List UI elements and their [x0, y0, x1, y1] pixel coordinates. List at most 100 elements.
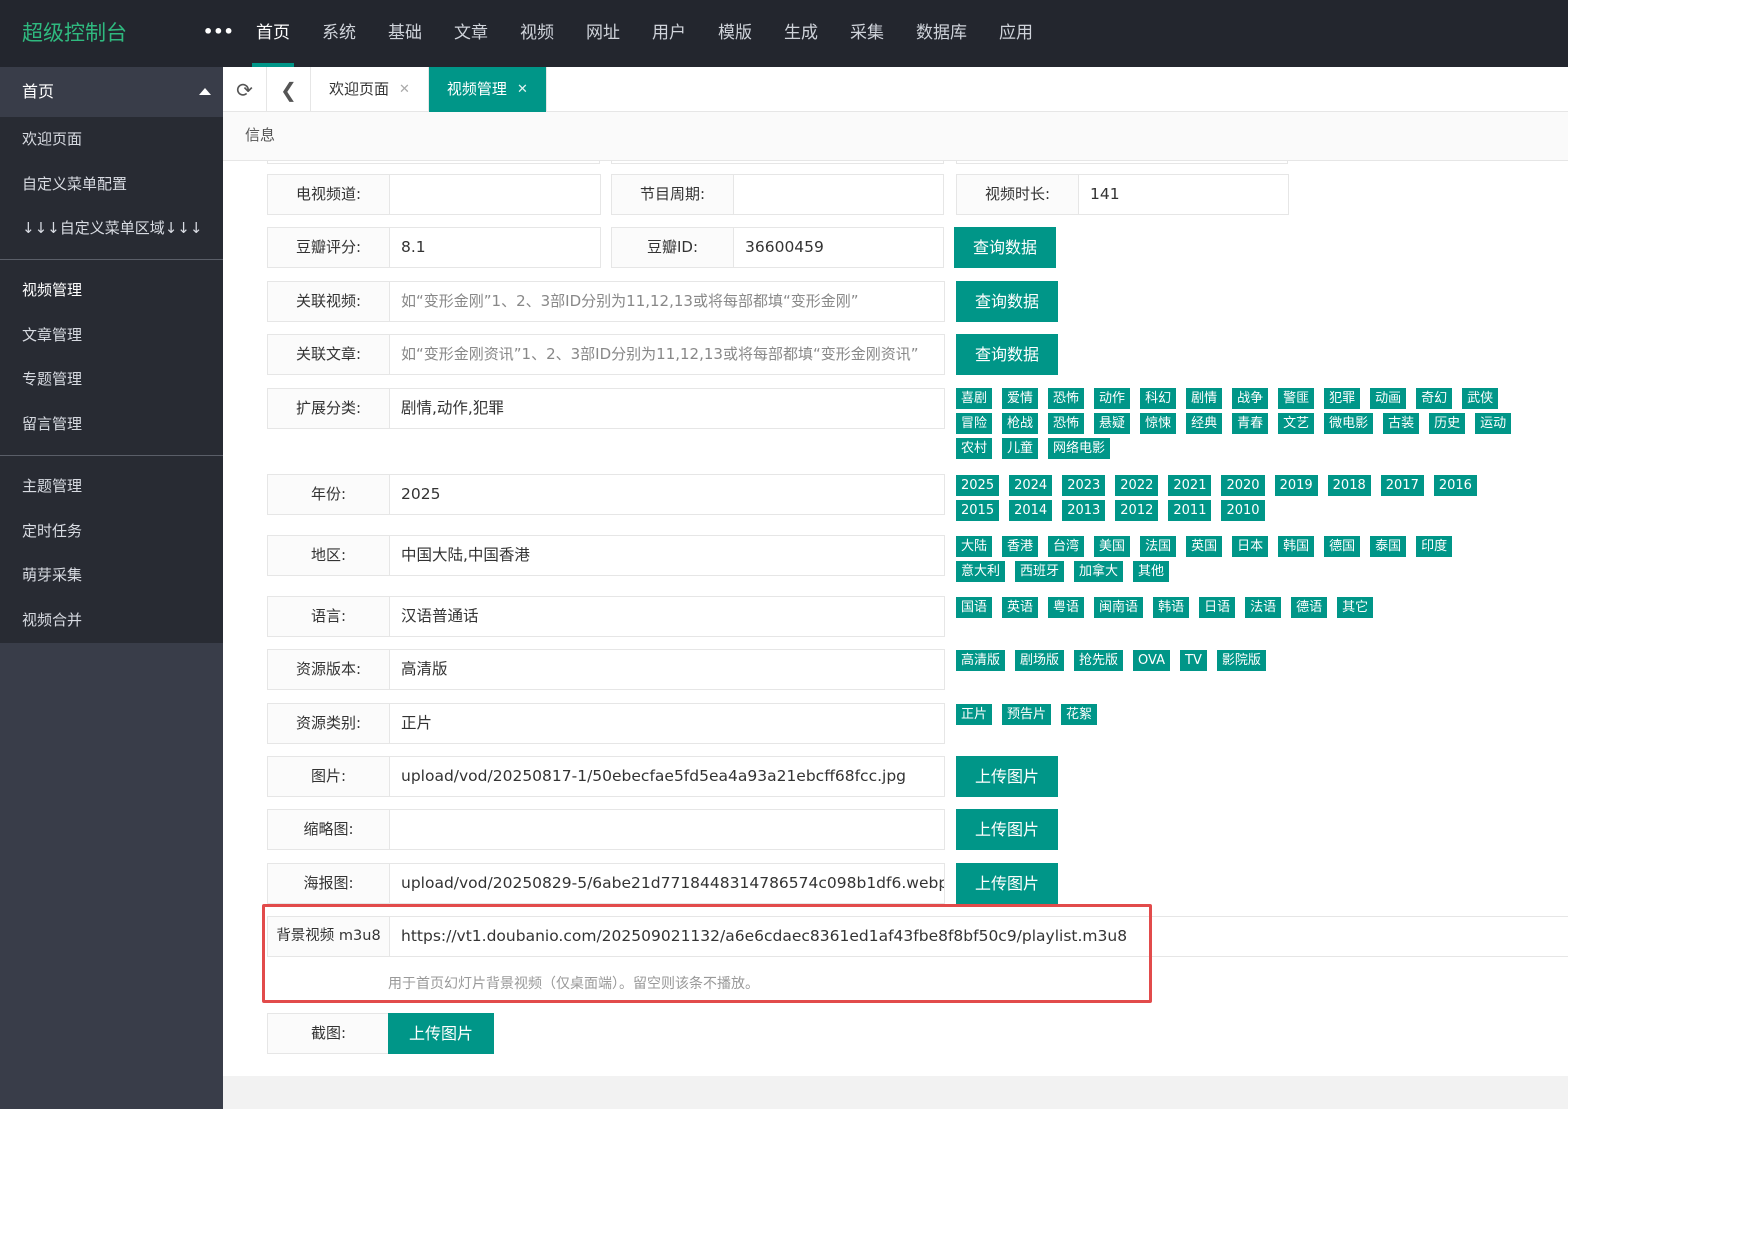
class-tag[interactable]: 古装 — [1383, 413, 1420, 434]
top-nav-item[interactable]: 文章 — [438, 0, 504, 67]
lang-tag[interactable]: 法语 — [1245, 597, 1282, 618]
sidebar-item[interactable]: 定时任务 — [0, 509, 223, 554]
class-tag[interactable]: 恐怖 — [1048, 388, 1085, 409]
class-tag[interactable]: 武侠 — [1462, 388, 1499, 409]
close-icon[interactable]: ✕ — [399, 67, 410, 112]
related-article-input[interactable]: 如“变形金刚资讯”1、2、3部ID分别为11,12,13或将每部都填“变形金刚资… — [389, 334, 945, 375]
class-tag[interactable]: 奇幻 — [1416, 388, 1453, 409]
class-tag[interactable]: 微电影 — [1324, 413, 1374, 434]
class-tag[interactable]: 历史 — [1429, 413, 1466, 434]
back-icon[interactable]: ❮ — [267, 67, 311, 112]
year-tag[interactable]: 2019 — [1274, 475, 1318, 496]
state-tag[interactable]: 正片 — [956, 704, 993, 725]
top-nav-item[interactable]: 视频 — [504, 0, 570, 67]
class-tag[interactable]: 战争 — [1232, 388, 1269, 409]
class-tag[interactable]: 喜剧 — [956, 388, 993, 409]
sidebar-item[interactable]: 专题管理 — [0, 357, 223, 402]
lang-tag[interactable]: 其它 — [1337, 597, 1374, 618]
class-tag[interactable]: 悬疑 — [1094, 413, 1131, 434]
year-tag[interactable]: 2024 — [1009, 475, 1053, 496]
area-tag[interactable]: 英国 — [1186, 536, 1223, 557]
area-tag[interactable]: 台湾 — [1048, 536, 1085, 557]
year-tag[interactable]: 2013 — [1062, 500, 1106, 521]
upload-screenshot-button[interactable]: 上传图片 — [388, 1013, 494, 1054]
year-tag[interactable]: 2021 — [1168, 475, 1212, 496]
upload-thumb-button[interactable]: 上传图片 — [956, 809, 1058, 850]
pic-input[interactable]: upload/vod/20250817-1/50ebecfae5fd5ea4a9… — [389, 756, 945, 797]
year-input[interactable]: 2025 — [389, 474, 945, 515]
upload-pic-button[interactable]: 上传图片 — [956, 756, 1058, 797]
class-tag[interactable]: 文艺 — [1278, 413, 1315, 434]
thumb-input[interactable] — [389, 809, 945, 850]
sidebar-item[interactable]: 自定义菜单配置 — [0, 162, 223, 207]
class-tag[interactable]: 动画 — [1370, 388, 1407, 409]
area-tag[interactable]: 韩国 — [1278, 536, 1315, 557]
tab-video-manage[interactable]: 视频管理 ✕ — [428, 67, 547, 112]
sidebar-item[interactable]: 萌芽采集 — [0, 553, 223, 598]
version-tag[interactable]: TV — [1180, 650, 1207, 671]
class-tag[interactable]: 科幻 — [1140, 388, 1177, 409]
version-tag[interactable]: 剧场版 — [1015, 650, 1065, 671]
top-nav-item[interactable]: 基础 — [372, 0, 438, 67]
lang-tag[interactable]: 英语 — [1002, 597, 1039, 618]
area-tag[interactable]: 加拿大 — [1074, 561, 1124, 582]
version-tag[interactable]: 高清版 — [956, 650, 1006, 671]
area-tag[interactable]: 美国 — [1094, 536, 1131, 557]
area-tag[interactable]: 日本 — [1232, 536, 1269, 557]
tv-channel-input[interactable] — [389, 174, 601, 215]
top-nav-item[interactable]: 系统 — [306, 0, 372, 67]
area-tag[interactable]: 泰国 — [1370, 536, 1407, 557]
sidebar-item[interactable]: 视频管理 — [0, 268, 223, 313]
sidebar-item[interactable]: 主题管理 — [0, 464, 223, 509]
class-tag[interactable]: 经典 — [1186, 413, 1223, 434]
related-video-input[interactable]: 如“变形金刚”1、2、3部ID分别为11,12,13或将每部都填“变形金刚” — [389, 281, 945, 322]
ext-class-input[interactable]: 剧情,动作,犯罪 — [389, 388, 945, 429]
class-tag[interactable]: 枪战 — [1002, 413, 1039, 434]
year-tag[interactable]: 2025 — [956, 475, 1000, 496]
query-related-video-button[interactable]: 查询数据 — [956, 281, 1058, 322]
area-tag[interactable]: 印度 — [1416, 536, 1453, 557]
query-douban-button[interactable]: 查询数据 — [954, 227, 1056, 268]
top-nav-item[interactable]: 采集 — [834, 0, 900, 67]
class-tag[interactable]: 冒险 — [956, 413, 993, 434]
app-logo[interactable]: 超级控制台 — [22, 20, 127, 46]
state-tag[interactable]: 花絮 — [1061, 704, 1098, 725]
class-tag[interactable]: 犯罪 — [1324, 388, 1361, 409]
area-input[interactable]: 中国大陆,中国香港 — [389, 535, 945, 576]
version-tag[interactable]: 影院版 — [1216, 650, 1266, 671]
lang-tag[interactable]: 粤语 — [1048, 597, 1085, 618]
sidebar-item[interactable]: 视频合并 — [0, 598, 223, 643]
top-nav-item[interactable]: 应用 — [983, 0, 1049, 67]
year-tag[interactable]: 2018 — [1327, 475, 1371, 496]
area-tag[interactable]: 香港 — [1002, 536, 1039, 557]
lang-tag[interactable]: 日语 — [1199, 597, 1236, 618]
sidebar-item[interactable]: 文章管理 — [0, 313, 223, 358]
refresh-icon[interactable]: ⟳ — [223, 67, 267, 112]
tab-welcome[interactable]: 欢迎页面 ✕ — [311, 67, 429, 112]
lang-tag[interactable]: 国语 — [956, 597, 993, 618]
version-tag[interactable]: OVA — [1133, 650, 1171, 671]
version-tag[interactable]: 抢先版 — [1074, 650, 1124, 671]
top-nav-item[interactable]: 生成 — [768, 0, 834, 67]
sidebar-item[interactable]: 留言管理 — [0, 402, 223, 447]
year-tag[interactable]: 2022 — [1115, 475, 1159, 496]
class-tag[interactable]: 惊悚 — [1140, 413, 1177, 434]
year-tag[interactable]: 2016 — [1433, 475, 1477, 496]
program-period-input[interactable] — [733, 174, 944, 215]
poster-input[interactable]: upload/vod/20250829-5/6abe21d77184483147… — [389, 863, 945, 904]
year-tag[interactable]: 2012 — [1115, 500, 1159, 521]
area-tag[interactable]: 大陆 — [956, 536, 993, 557]
year-tag[interactable]: 2023 — [1062, 475, 1106, 496]
lang-tag[interactable]: 闽南语 — [1094, 597, 1144, 618]
top-nav-item[interactable]: 网址 — [570, 0, 636, 67]
top-nav-item[interactable]: 模版 — [702, 0, 768, 67]
year-tag[interactable]: 2014 — [1009, 500, 1053, 521]
query-related-article-button[interactable]: 查询数据 — [956, 334, 1058, 375]
class-tag[interactable]: 警匪 — [1278, 388, 1315, 409]
upload-poster-button[interactable]: 上传图片 — [956, 863, 1058, 904]
top-nav-item[interactable]: 数据库 — [900, 0, 983, 67]
state-input[interactable]: 正片 — [389, 703, 945, 744]
class-tag[interactable]: 恐怖 — [1048, 413, 1085, 434]
lang-tag[interactable]: 德语 — [1291, 597, 1328, 618]
class-tag[interactable]: 青春 — [1232, 413, 1269, 434]
